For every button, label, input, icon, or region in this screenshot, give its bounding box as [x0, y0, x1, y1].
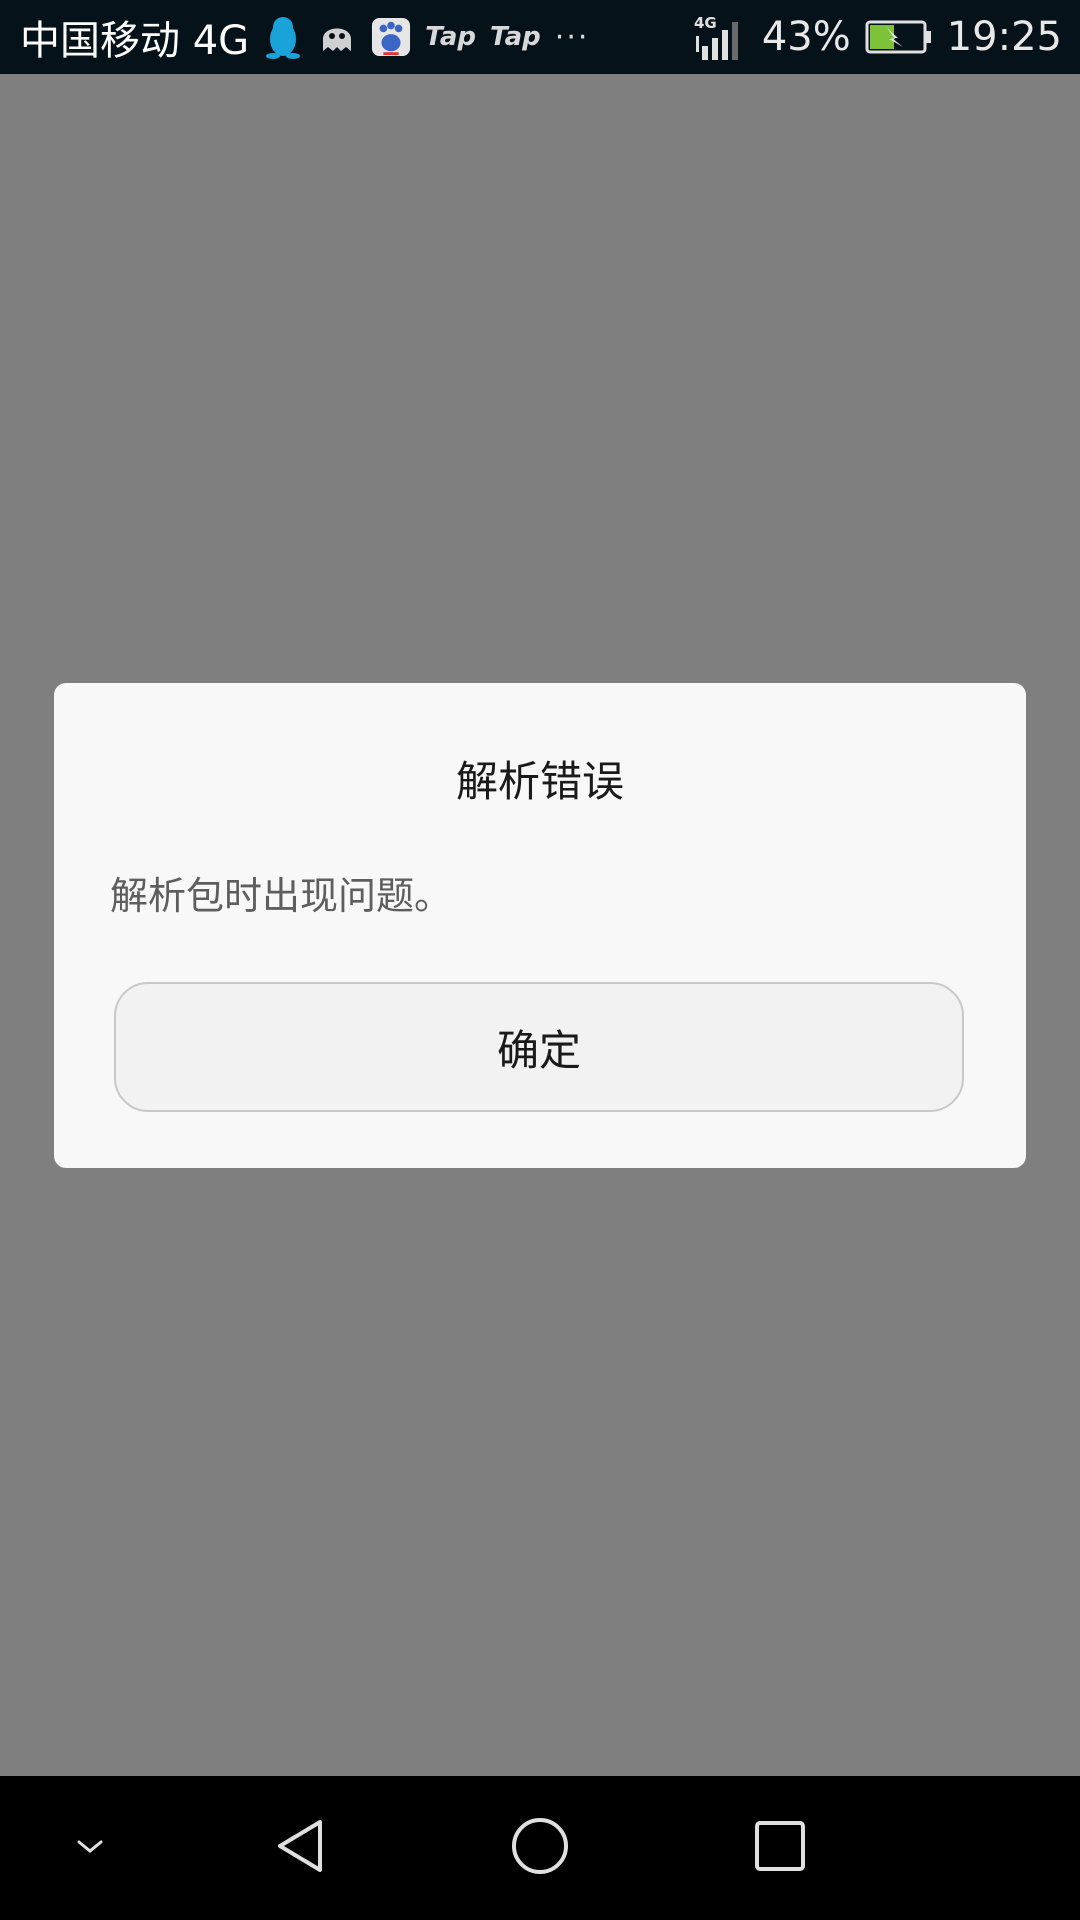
battery-percent: 43%: [761, 14, 851, 60]
confirm-button[interactable]: 确定: [114, 982, 964, 1112]
status-bar: 中国移动 4G Tap Tap ··· 4G 43% 19:25: [0, 0, 1080, 74]
parse-error-dialog: 解析错误 解析包时出现问题。 确定: [54, 683, 1026, 1168]
navigation-bar: [0, 1776, 1080, 1920]
ghost-app-icon: [317, 17, 357, 57]
taptap-label-1: Tap: [425, 22, 476, 52]
hide-nav-button[interactable]: [30, 1776, 150, 1920]
home-button[interactable]: [480, 1776, 600, 1920]
carrier-label: 中国移动 4G: [20, 18, 250, 64]
confirm-button-label: 确定: [496, 1025, 581, 1075]
clock: 19:25: [946, 14, 1062, 60]
dialog-message: 解析包时出现问题。: [110, 874, 453, 918]
recents-button[interactable]: [720, 1776, 840, 1920]
battery-charging-icon: [865, 17, 933, 57]
taptap-label-2: Tap: [489, 22, 541, 52]
dialog-title: 解析错误: [455, 757, 624, 806]
back-button[interactable]: [240, 1776, 360, 1920]
baidu-paw-icon: [371, 17, 411, 57]
chevron-down-icon: [73, 1836, 107, 1860]
recents-square-icon: [753, 1819, 807, 1877]
qq-penguin-icon: [263, 17, 303, 59]
home-circle-icon: [510, 1816, 570, 1880]
back-triangle-icon: [272, 1816, 328, 1880]
more-notifications-icon: ···: [554, 19, 590, 55]
svg-text:4G: 4G: [694, 14, 717, 32]
status-right: 4G 43% 19:25: [692, 0, 1062, 74]
signal-4g-icon: 4G: [692, 14, 748, 60]
status-left: 中国移动 4G Tap Tap ···: [20, 0, 589, 74]
